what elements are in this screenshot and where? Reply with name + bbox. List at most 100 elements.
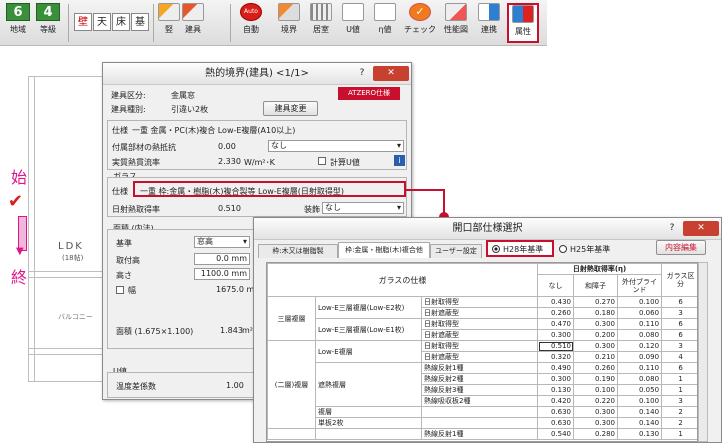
value-none-cell[interactable]: 0.420 xyxy=(537,395,575,407)
value-blind-cell[interactable]: 0.140 xyxy=(617,406,663,418)
fittings-button[interactable]: 建具 xyxy=(178,3,208,43)
floor-chip[interactable]: 床 xyxy=(112,13,130,31)
wall-chip[interactable]: 壁 xyxy=(74,13,92,31)
value-blind-cell[interactable]: 0.130 xyxy=(617,428,663,440)
value-none-cell[interactable]: 0.300 xyxy=(537,373,575,385)
value-blind-cell[interactable]: 0.110 xyxy=(617,362,663,374)
info-icon[interactable]: i xyxy=(394,155,405,166)
tab-user-settings[interactable]: ユーザー設定 xyxy=(430,244,482,258)
value-none-cell[interactable]: 0.510 xyxy=(537,340,575,352)
value-category-cell[interactable]: 1 xyxy=(661,428,697,440)
calc-u-checkbox[interactable] xyxy=(318,157,326,165)
value-category-cell[interactable]: 6 xyxy=(661,296,697,308)
change-fitting-button[interactable]: 建具変更 xyxy=(263,101,318,116)
value-none-cell[interactable]: 0.320 xyxy=(537,351,575,363)
attach-select[interactable]: なし xyxy=(268,140,404,152)
table-row[interactable]: 遮熱複層 熱線反射1種 0.490 0.260 0.110 6 xyxy=(268,362,697,407)
glass-group-cell xyxy=(267,428,316,440)
h25-radio[interactable] xyxy=(559,245,567,253)
h28-radio[interactable] xyxy=(492,245,500,253)
value-shoji-cell[interactable]: 0.190 xyxy=(573,373,619,385)
value-none-cell[interactable]: 0.260 xyxy=(537,307,575,319)
value-none-cell[interactable]: 0.540 xyxy=(537,428,575,440)
value-shoji-cell[interactable]: 0.200 xyxy=(573,329,619,341)
value-category-cell[interactable]: 4 xyxy=(661,351,697,363)
value-shoji-cell[interactable]: 0.180 xyxy=(573,307,619,319)
tab-metal-composite[interactable]: 枠:金属・樹脂(木)複合他 xyxy=(338,242,430,258)
auto-button[interactable]: Auto 自動 xyxy=(236,3,266,43)
region-button[interactable]: 6 地域 xyxy=(4,3,32,43)
value-shoji-cell[interactable]: 0.100 xyxy=(573,384,619,396)
value-shoji-cell[interactable]: 0.300 xyxy=(573,406,619,418)
mount-input[interactable]: 0.0 mm xyxy=(194,253,250,265)
value-shoji-cell[interactable]: 0.300 xyxy=(573,340,619,352)
value-category-cell[interactable]: 3 xyxy=(661,340,697,352)
link-button[interactable]: 連携 xyxy=(474,3,504,43)
value-category-cell[interactable]: 2 xyxy=(661,406,697,418)
value-none-cell[interactable]: 0.430 xyxy=(537,296,575,308)
value-none-cell[interactable]: 0.630 xyxy=(537,417,575,429)
dialog1-close-button[interactable]: ✕ xyxy=(373,66,409,81)
table-row[interactable]: 単板2枚 0.630 0.300 0.140 2 xyxy=(268,417,697,429)
value-blind-cell[interactable]: 0.050 xyxy=(617,384,663,396)
dialog2-help-button[interactable]: ? xyxy=(663,221,681,236)
check-button[interactable]: ✓ チェック xyxy=(402,3,438,43)
grade-button[interactable]: 4 等級 xyxy=(34,3,62,43)
table-row[interactable]: 複層 0.630 0.300 0.140 2 xyxy=(268,406,697,418)
base-select[interactable]: 窓高 xyxy=(194,236,250,248)
eta-value-button[interactable]: η値 xyxy=(370,3,400,43)
width-checkbox[interactable] xyxy=(116,286,124,294)
value-blind-cell[interactable]: 0.060 xyxy=(617,307,663,319)
table-row[interactable]: 熱線反射1種 0.540 0.280 0.130 1 xyxy=(267,428,697,440)
vertical-label: 竪 xyxy=(165,25,173,34)
value-blind-cell[interactable]: 0.080 xyxy=(617,373,663,385)
value-category-cell[interactable]: 6 xyxy=(661,362,697,374)
value-blind-cell[interactable]: 0.140 xyxy=(617,417,663,429)
glass-subtype-cell: 日射遮蔽型 xyxy=(420,329,539,341)
edit-content-button[interactable]: 内容編集 xyxy=(656,240,706,255)
foundation-chip[interactable]: 基 xyxy=(131,13,149,31)
attribute-button[interactable]: 属性 xyxy=(507,3,539,43)
value-category-cell[interactable]: 6 xyxy=(661,318,697,330)
value-blind-cell[interactable]: 0.110 xyxy=(617,318,663,330)
dialog1-help-button[interactable]: ? xyxy=(353,66,371,81)
value-none-cell[interactable]: 0.470 xyxy=(537,318,575,330)
u-value-button[interactable]: U値 xyxy=(338,3,368,43)
value-shoji-cell[interactable]: 0.300 xyxy=(573,417,619,429)
value-category-cell[interactable]: 3 xyxy=(661,307,697,319)
value-shoji-cell[interactable]: 0.210 xyxy=(573,351,619,363)
table-row[interactable]: 三層複層 Low-E三層複層(Low-E2枚) 日射取得型 0.430 0.270 0.1… xyxy=(267,296,697,341)
dialog2-close-button[interactable]: ✕ xyxy=(683,221,719,236)
value-shoji-cell[interactable]: 0.220 xyxy=(573,395,619,407)
height-input[interactable]: 1100.0 mm xyxy=(194,268,250,280)
value-none-cell[interactable]: 0.130 xyxy=(537,384,575,396)
value-shoji-cell[interactable]: 0.300 xyxy=(573,318,619,330)
table-row[interactable]: (二層)複層 Low-E複層 日射取得型 0.510 0.300 0.120 3 xyxy=(267,340,697,429)
solar-label: 日射熱取得率 xyxy=(112,205,160,214)
value-category-cell[interactable]: 2 xyxy=(661,417,697,429)
value-category-cell[interactable]: 6 xyxy=(661,329,697,341)
value-blind-cell[interactable]: 0.090 xyxy=(617,351,663,363)
room-button[interactable]: 居室 xyxy=(306,3,336,43)
value-category-cell[interactable]: 3 xyxy=(661,395,697,407)
value-category-cell[interactable]: 1 xyxy=(661,373,697,385)
value-shoji-cell[interactable]: 0.270 xyxy=(573,296,619,308)
table-scrollbar[interactable] xyxy=(698,262,708,442)
performance-chart-label: 性能図 xyxy=(444,25,468,34)
value-category-cell[interactable]: 1 xyxy=(661,384,697,396)
value-none-cell[interactable]: 0.490 xyxy=(537,362,575,374)
shade-select[interactable]: なし xyxy=(322,202,404,214)
value-blind-cell[interactable]: 0.080 xyxy=(617,329,663,341)
value-blind-cell[interactable]: 0.120 xyxy=(617,340,663,352)
tab-wood-resin[interactable]: 枠:木又は樹脂製 xyxy=(258,244,338,258)
value-blind-cell[interactable]: 0.100 xyxy=(617,395,663,407)
boundary-button[interactable]: 境界 xyxy=(274,3,304,43)
value-shoji-cell[interactable]: 0.260 xyxy=(573,362,619,374)
ceiling-chip[interactable]: 天 xyxy=(93,13,111,31)
value-blind-cell[interactable]: 0.100 xyxy=(617,296,663,308)
table-row[interactable]: Low-E三層複層(Low-E1枚) 日射取得型 0.470 0.300 0.110 6 xyxy=(268,318,697,341)
value-none-cell[interactable]: 0.630 xyxy=(537,406,575,418)
performance-chart-button[interactable]: 性能図 xyxy=(440,3,472,43)
value-shoji-cell[interactable]: 0.280 xyxy=(573,428,619,440)
value-none-cell[interactable]: 0.300 xyxy=(537,329,575,341)
